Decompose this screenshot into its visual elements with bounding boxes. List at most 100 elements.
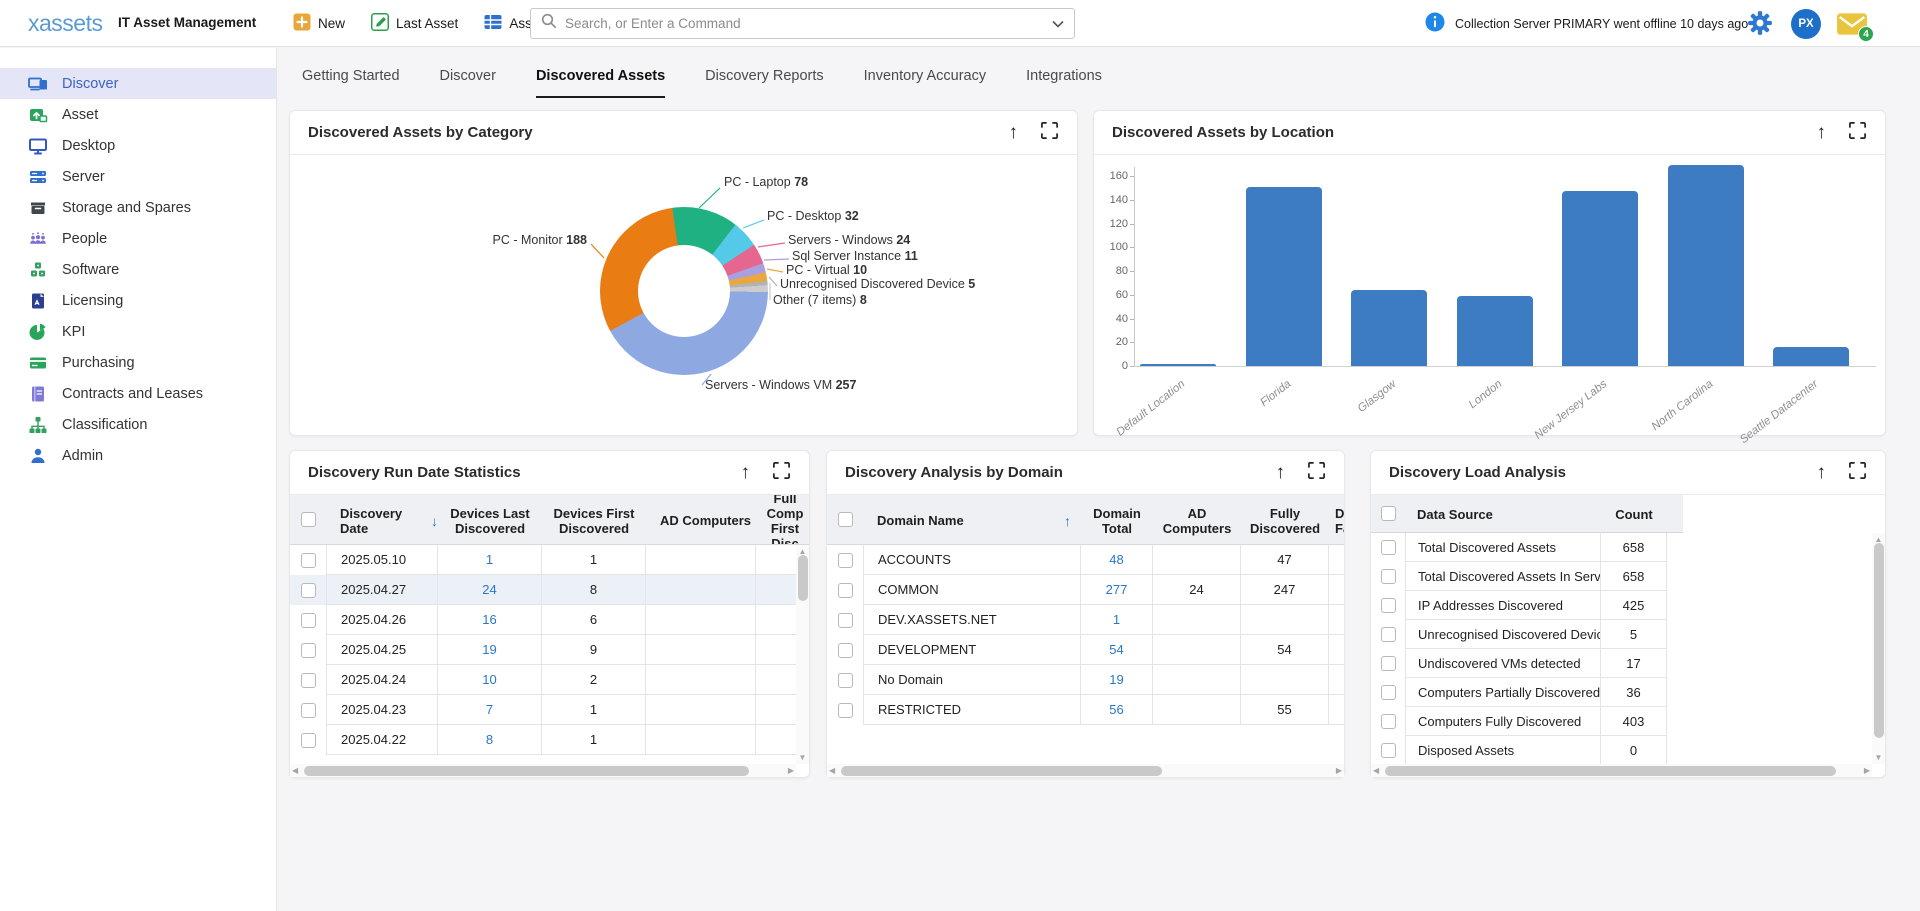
row-checkbox[interactable] (301, 703, 316, 718)
sidebar-item-purchasing[interactable]: Purchasing (0, 347, 276, 378)
sidebar-item-licensing[interactable]: Licensing (0, 285, 276, 316)
cell-value[interactable]: 1 (1113, 612, 1120, 627)
tab-discovered-assets[interactable]: Discovered Assets (536, 48, 665, 104)
column-header-discovery-date[interactable]: Discovery Date↓ (326, 495, 438, 544)
tab-getting-started[interactable]: Getting Started (302, 48, 400, 104)
tab-discovery-reports[interactable]: Discovery Reports (705, 48, 823, 104)
bar-glasgow[interactable] (1351, 290, 1427, 366)
select-all-checkbox[interactable] (838, 512, 853, 527)
select-all-checkbox[interactable] (1381, 506, 1396, 521)
column-header-ad-computers[interactable]: AD Computers (646, 495, 756, 544)
sidebar-item-storage-and-spares[interactable]: Storage and Spares (0, 192, 276, 223)
row-checkbox[interactable] (838, 553, 853, 568)
fullscreen-icon[interactable] (1040, 121, 1059, 145)
cell-value[interactable]: 19 (482, 642, 496, 657)
panel-up-icon[interactable]: ↑ (1276, 463, 1286, 482)
search-input[interactable] (565, 16, 1044, 31)
cell-value[interactable]: 54 (1109, 642, 1123, 657)
row-checkbox[interactable] (301, 643, 316, 658)
chevron-down-icon[interactable] (1052, 15, 1064, 33)
scroll-left-icon[interactable]: ◀ (292, 764, 298, 777)
row-checkbox[interactable] (1381, 569, 1396, 584)
column-header-domain-name[interactable]: Domain Name↑ (863, 495, 1081, 544)
column-header-dis[interactable]: Dis Fail (1329, 495, 1344, 544)
fullscreen-icon[interactable] (1848, 461, 1867, 485)
cell-value[interactable]: 16 (482, 612, 496, 627)
xassets-logo[interactable]: xassets (28, 10, 102, 37)
fullscreen-icon[interactable] (1848, 121, 1867, 145)
panel-up-icon[interactable]: ↑ (741, 463, 751, 482)
bar-florida[interactable] (1246, 187, 1322, 366)
vertical-scroll-thumb[interactable] (1874, 543, 1884, 738)
horizontal-scroll-thumb[interactable] (841, 766, 1162, 776)
sidebar-item-admin[interactable]: Admin (0, 440, 276, 471)
cell-devices-last-discovered[interactable]: 1 (438, 545, 542, 575)
sidebar-item-discover[interactable]: Discover (0, 68, 276, 99)
cell-domain-total[interactable]: 56 (1081, 695, 1153, 725)
panel-up-icon[interactable]: ↑ (1009, 123, 1019, 142)
row-checkbox[interactable] (1381, 540, 1396, 555)
cell-domain-total[interactable]: 54 (1081, 635, 1153, 665)
tab-inventory-accuracy[interactable]: Inventory Accuracy (864, 48, 987, 104)
row-checkbox[interactable] (1381, 714, 1396, 729)
cell-domain-total[interactable]: 19 (1081, 665, 1153, 695)
mail-button[interactable]: 4 (1836, 11, 1870, 39)
cell-value[interactable]: 56 (1109, 702, 1123, 717)
column-header-devices-first-discovered[interactable]: Devices First Discovered (542, 495, 646, 544)
cell-domain-total[interactable]: 48 (1081, 545, 1153, 575)
row-checkbox[interactable] (1381, 627, 1396, 642)
column-header-devices-last-discovered[interactable]: Devices Last Discovered (438, 495, 542, 544)
action-last-asset[interactable]: Last Asset (371, 13, 458, 34)
row-checkbox[interactable] (838, 673, 853, 688)
sidebar-item-server[interactable]: Server (0, 161, 276, 192)
cell-value[interactable]: 277 (1106, 582, 1128, 597)
scroll-left-icon[interactable]: ◀ (1373, 764, 1379, 777)
vertical-scroll-thumb[interactable] (798, 555, 808, 601)
cell-domain-total[interactable]: 1 (1081, 605, 1153, 635)
user-avatar[interactable]: PX (1791, 9, 1821, 39)
horizontal-scroll-thumb[interactable] (1385, 766, 1836, 776)
scroll-right-icon[interactable]: ▶ (788, 764, 794, 777)
row-checkbox[interactable] (1381, 685, 1396, 700)
sidebar-item-asset[interactable]: Asset (0, 99, 276, 130)
row-checkbox[interactable] (838, 613, 853, 628)
fullscreen-icon[interactable] (1307, 461, 1326, 485)
row-checkbox[interactable] (301, 553, 316, 568)
gear-icon[interactable] (1747, 10, 1773, 41)
scroll-right-icon[interactable]: ▶ (1864, 764, 1870, 777)
column-header-ad-computers[interactable]: AD Computers (1153, 495, 1241, 544)
panel-up-icon[interactable]: ↑ (1817, 123, 1827, 142)
bar-seattle-datacenter[interactable] (1773, 347, 1849, 366)
column-header-data-source[interactable]: Data Source (1405, 495, 1601, 532)
cell-value[interactable]: 24 (482, 582, 496, 597)
sidebar-item-kpi[interactable]: KPI (0, 316, 276, 347)
select-all-checkbox[interactable] (301, 512, 316, 527)
sidebar-item-contracts-and-leases[interactable]: Contracts and Leases (0, 378, 276, 409)
scroll-right-icon[interactable]: ▶ (1336, 764, 1342, 777)
column-header-full-comp[interactable]: Full Comp First Disc (756, 495, 809, 544)
row-checkbox[interactable] (301, 583, 316, 598)
cell-value[interactable]: 10 (482, 672, 496, 687)
column-header-domain-total[interactable]: Domain Total (1081, 495, 1153, 544)
cell-value[interactable]: 7 (486, 702, 493, 717)
bar-london[interactable] (1457, 296, 1533, 366)
sidebar-item-desktop[interactable]: Desktop (0, 130, 276, 161)
cell-domain-total[interactable]: 277 (1081, 575, 1153, 605)
row-checkbox[interactable] (301, 673, 316, 688)
row-checkbox[interactable] (1381, 656, 1396, 671)
fullscreen-icon[interactable] (772, 461, 791, 485)
sidebar-item-classification[interactable]: Classification (0, 409, 276, 440)
cell-devices-last-discovered[interactable]: 10 (438, 665, 542, 695)
cell-devices-last-discovered[interactable]: 7 (438, 695, 542, 725)
row-checkbox[interactable] (1381, 598, 1396, 613)
bar-new-jersey-labs[interactable] (1562, 191, 1638, 366)
cell-value[interactable]: 8 (486, 732, 493, 747)
row-checkbox[interactable] (301, 613, 316, 628)
sidebar-item-software[interactable]: Software (0, 254, 276, 285)
cell-value[interactable]: 1 (486, 552, 493, 567)
tab-integrations[interactable]: Integrations (1026, 48, 1102, 104)
row-checkbox[interactable] (838, 583, 853, 598)
scroll-down-icon[interactable]: ▼ (1875, 751, 1883, 764)
cell-value[interactable]: 48 (1109, 552, 1123, 567)
scroll-left-icon[interactable]: ◀ (829, 764, 835, 777)
